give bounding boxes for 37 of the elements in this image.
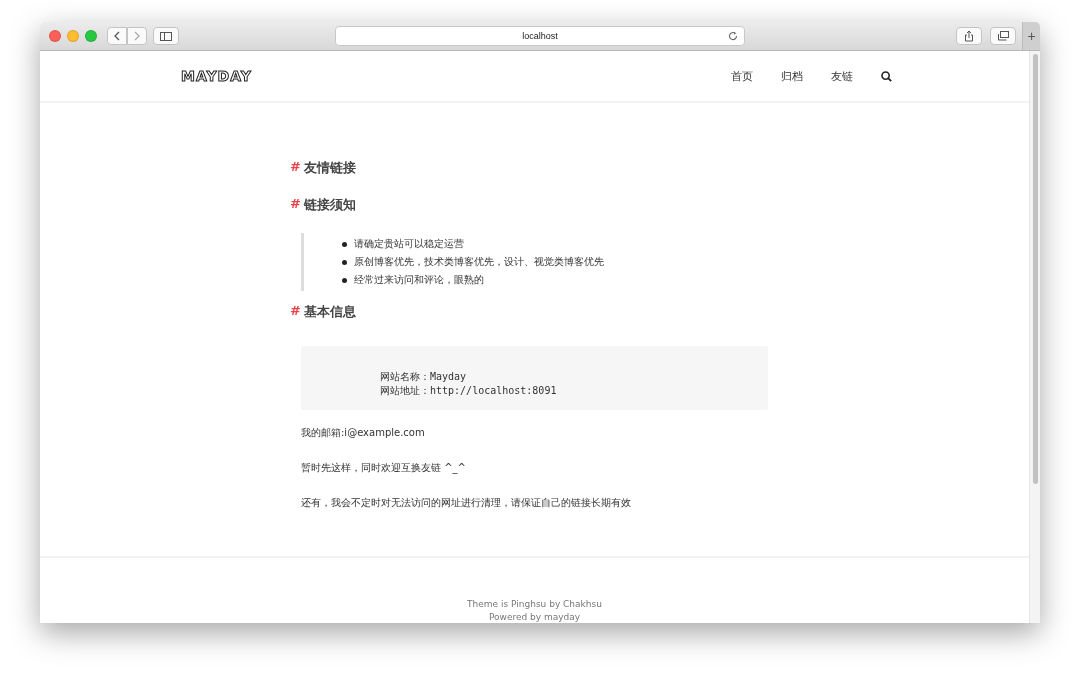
reload-icon[interactable]	[728, 31, 738, 41]
footer-text: Powered by mayday	[488, 612, 581, 622]
back-button[interactable]	[107, 27, 127, 45]
heading-text: 友情链接	[303, 159, 356, 177]
list-item-text: 请确定贵站可以稳定运营	[354, 237, 464, 251]
chevron-left-icon	[113, 31, 121, 41]
code-block: 网站名称：Mayday 网站地址：http://localhost:8091	[301, 346, 768, 410]
heading-text: 链接须知	[303, 196, 356, 214]
scrollbar-thumb[interactable]	[1032, 54, 1038, 484]
bullet-icon	[342, 259, 347, 265]
nav-link[interactable]: 友链	[831, 68, 853, 84]
list-item-text: 经常过来访问和评论，眼熟的	[354, 273, 484, 287]
paragraph: 我的邮箱:i@example.com	[301, 426, 426, 440]
share-icon	[964, 30, 974, 42]
footer-text: Theme is Pinghsu by Chakhsu	[467, 599, 602, 609]
nav-link[interactable]: 归档	[781, 68, 803, 84]
nav-link[interactable]: 首页	[731, 68, 753, 84]
sidebar-button[interactable]	[153, 27, 179, 45]
site-logo[interactable]: MAYDAY	[181, 68, 252, 84]
new-tab-button[interactable]: +	[1022, 22, 1040, 50]
chevron-right-icon	[133, 31, 141, 41]
heading-marker: #	[290, 159, 301, 176]
address-field[interactable]: localhost	[335, 26, 745, 46]
heading-marker: #	[290, 303, 301, 320]
bullet-icon	[342, 241, 347, 247]
list-item-text: 原创博客优先，技术类博客优先，设计、视觉类博客优先	[354, 255, 604, 269]
sidebar-icon	[160, 31, 172, 41]
search-icon[interactable]	[881, 70, 892, 82]
heading-marker: #	[290, 196, 301, 213]
bullet-icon	[342, 277, 347, 283]
close-button[interactable]	[49, 30, 61, 42]
tabs-button[interactable]	[990, 27, 1016, 45]
tabs-icon	[997, 31, 1009, 41]
heading-text: 基本信息	[303, 303, 356, 321]
paragraph: 还有，我会不定时对无法访问的网址进行清理，请保证自己的链接长期有效	[301, 496, 632, 510]
share-button[interactable]	[956, 27, 982, 45]
paragraph: 暂时先这样，同时欢迎互换友链 ^_^	[301, 461, 467, 475]
